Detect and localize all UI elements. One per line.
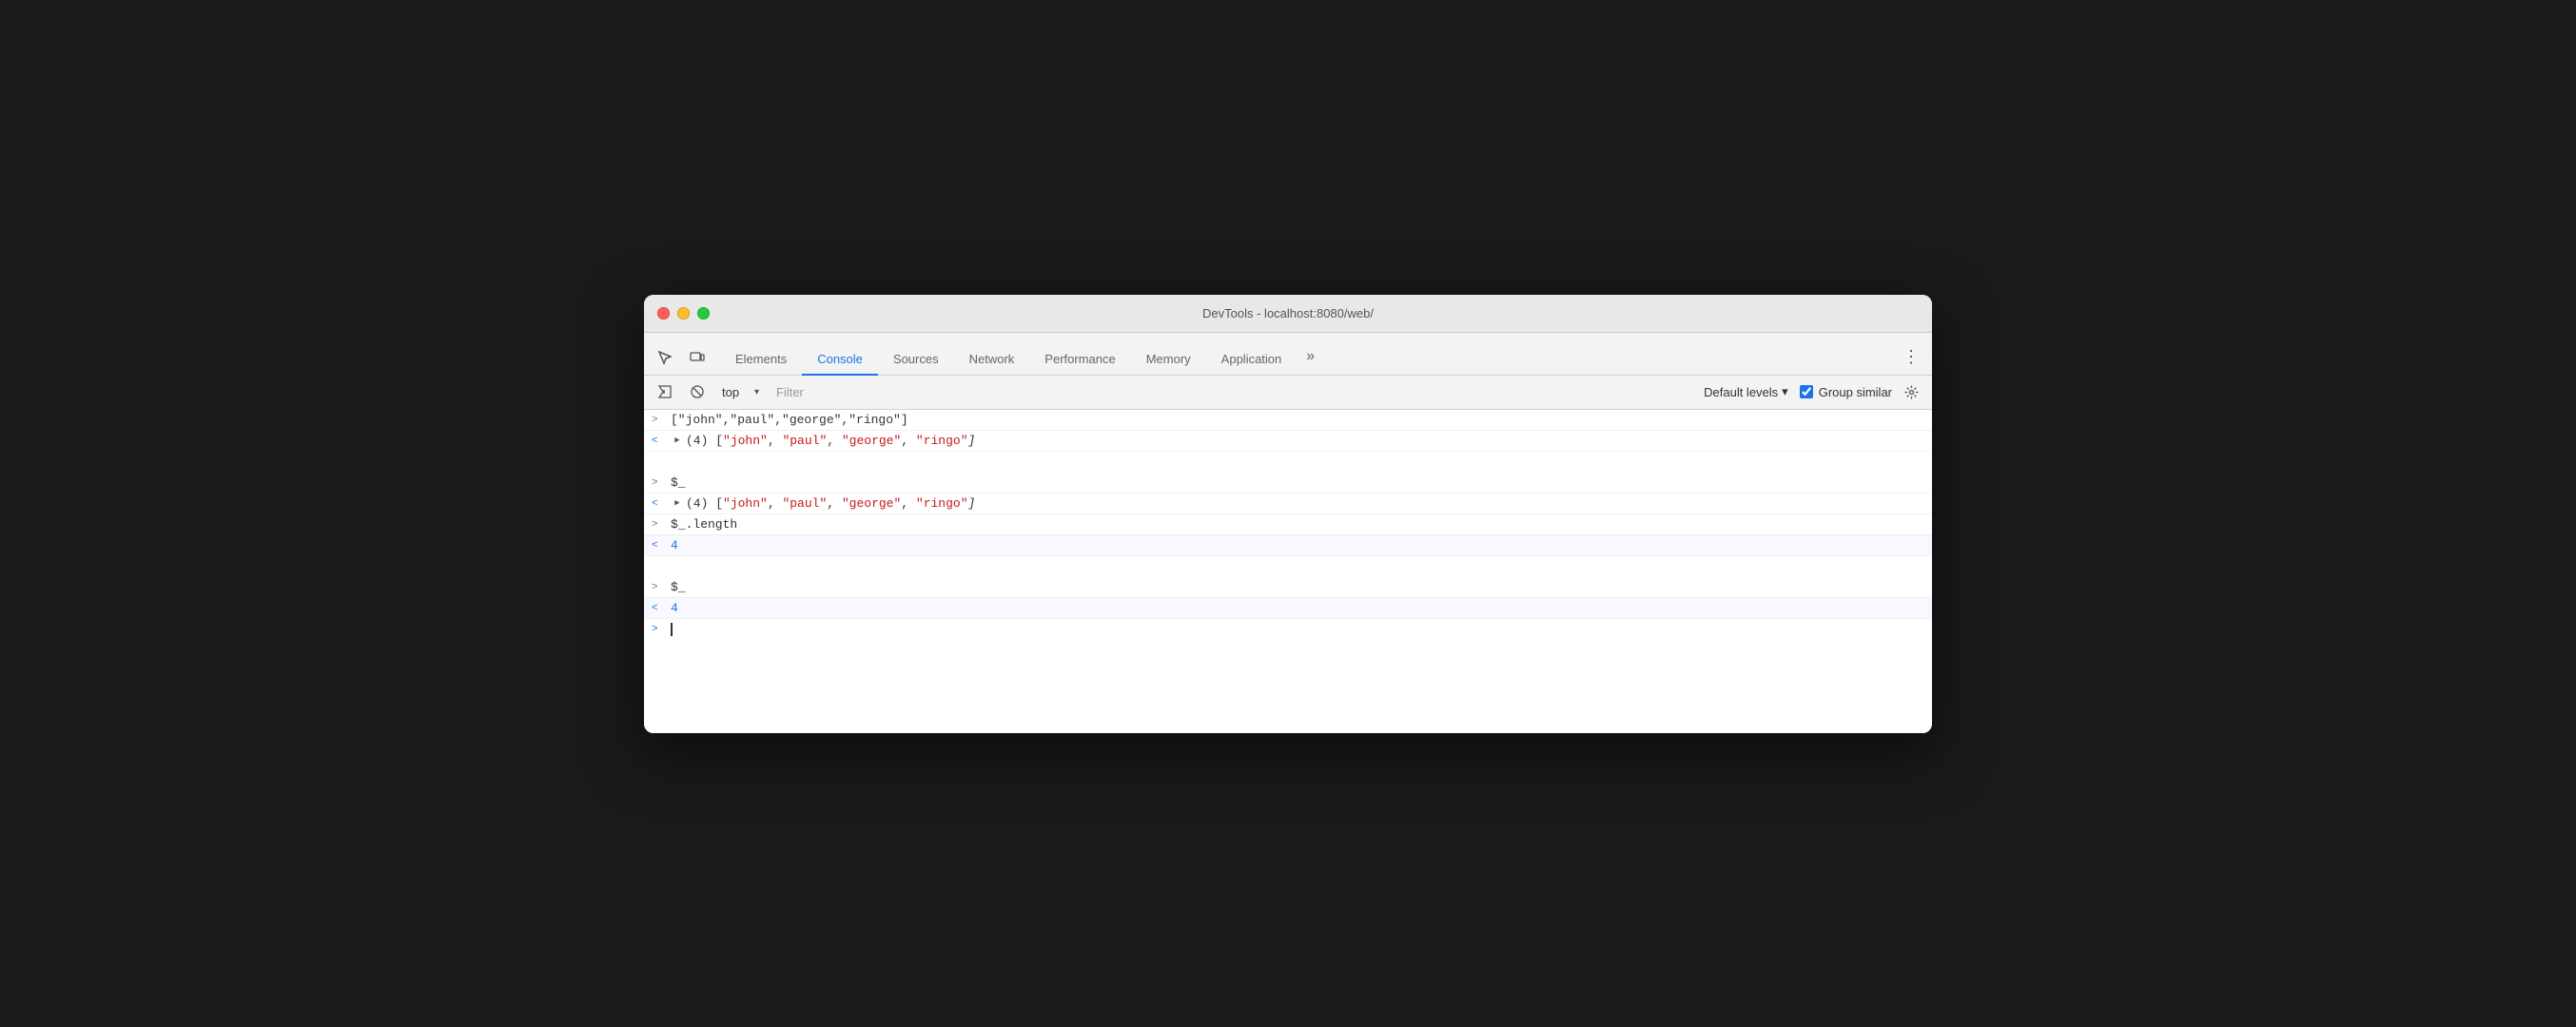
cursor <box>671 623 673 636</box>
more-tabs-button[interactable]: » <box>1297 340 1324 375</box>
console-output-text: (4) ["john", "paul", "george", "ringo"] <box>686 434 975 448</box>
prompt-arrow: > <box>652 622 667 635</box>
console-input-text: $_ <box>671 475 686 490</box>
inspect-element-button[interactable] <box>652 344 678 371</box>
output-arrow: < <box>652 496 667 510</box>
console-prompt-text[interactable] <box>671 622 673 636</box>
console-result-text: 4 <box>671 601 678 615</box>
console-spacer <box>644 556 1932 577</box>
window-title: DevTools - localhost:8080/web/ <box>1202 306 1374 320</box>
console-row: > $_ <box>644 577 1932 598</box>
tab-bar-right: ⋮ <box>1898 344 1924 375</box>
console-row: < 4 <box>644 535 1932 556</box>
close-button[interactable] <box>657 307 670 320</box>
input-arrow: > <box>652 475 667 489</box>
console-row: > ["john","paul","george","ringo"] <box>644 410 1932 431</box>
console-spacer <box>644 452 1932 473</box>
context-select[interactable]: top <box>716 381 763 403</box>
tab-network[interactable]: Network <box>954 344 1030 376</box>
console-result-text: 4 <box>671 538 678 552</box>
input-arrow: > <box>652 580 667 593</box>
settings-button[interactable] <box>1898 378 1924 405</box>
console-row: > $_ <box>644 473 1932 494</box>
tab-sources[interactable]: Sources <box>878 344 954 376</box>
block-network-button[interactable] <box>684 378 711 405</box>
console-output-text: (4) ["john", "paul", "george", "ringo"] <box>686 496 975 511</box>
tab-elements[interactable]: Elements <box>720 344 802 376</box>
console-row: < ▶ (4) ["john", "paul", "george", "ring… <box>644 431 1932 452</box>
minimize-button[interactable] <box>677 307 690 320</box>
console-prompt-row[interactable]: > <box>644 619 1932 640</box>
console-row: < ▶ (4) ["john", "paul", "george", "ring… <box>644 494 1932 514</box>
tab-application[interactable]: Application <box>1206 344 1298 376</box>
tabs: Elements Console Sources Network Perform… <box>720 340 1324 375</box>
title-bar: DevTools - localhost:8080/web/ <box>644 295 1932 333</box>
output-arrow: < <box>652 434 667 447</box>
tab-console[interactable]: Console <box>802 344 878 376</box>
console-row: < 4 <box>644 598 1932 619</box>
traffic-lights <box>657 307 710 320</box>
console-toolbar: top ▾ Default levels ▾ Group similar <box>644 376 1932 410</box>
output-arrow: < <box>652 601 667 614</box>
console-input-text: $_ <box>671 580 686 594</box>
device-toolbar-button[interactable] <box>684 344 711 371</box>
tab-performance[interactable]: Performance <box>1029 344 1130 376</box>
filter-input[interactable] <box>769 381 1692 403</box>
group-similar-label: Group similar <box>1819 385 1892 399</box>
maximize-button[interactable] <box>697 307 710 320</box>
group-similar-checkbox[interactable] <box>1800 385 1813 398</box>
group-similar-checkbox-wrapper[interactable]: Group similar <box>1800 385 1892 399</box>
clear-console-button[interactable] <box>652 378 678 405</box>
devtools-window: DevTools - localhost:8080/web/ Elements … <box>644 295 1932 733</box>
console-input-text: $_.length <box>671 517 737 532</box>
tab-bar-icons <box>652 344 711 375</box>
console-row: > $_.length <box>644 514 1932 535</box>
default-levels-button[interactable]: Default levels ▾ <box>1698 380 1794 403</box>
default-levels-label: Default levels <box>1704 385 1778 399</box>
chevron-down-icon: ▾ <box>1782 384 1788 399</box>
context-select-wrapper[interactable]: top ▾ <box>716 381 763 403</box>
input-arrow: > <box>652 517 667 531</box>
console-input-text: ["john","paul","george","ringo"] <box>671 413 908 427</box>
input-arrow: > <box>652 413 667 426</box>
console-content: > ["john","paul","george","ringo"] < ▶ (… <box>644 410 1932 733</box>
tab-memory[interactable]: Memory <box>1131 344 1206 376</box>
output-arrow: < <box>652 538 667 552</box>
tab-bar: Elements Console Sources Network Perform… <box>644 333 1932 376</box>
expand-button[interactable]: ▶ <box>671 434 684 447</box>
devtools-menu-button[interactable]: ⋮ <box>1898 344 1924 371</box>
expand-button[interactable]: ▶ <box>671 496 684 510</box>
